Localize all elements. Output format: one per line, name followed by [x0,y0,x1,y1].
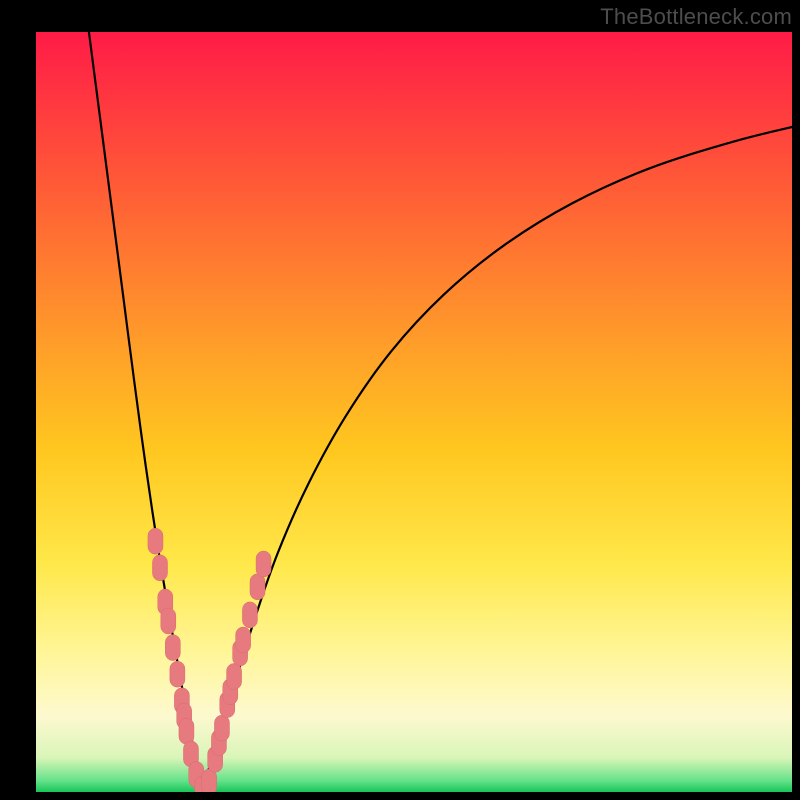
data-marker [165,635,180,661]
data-marker [152,555,167,581]
curve-left-branch [89,32,202,792]
data-marker [170,661,185,687]
data-marker [236,627,251,653]
marker-group [148,528,271,792]
data-marker [179,718,194,744]
chart-svg [36,32,792,792]
data-marker [250,574,265,600]
plot-area [36,32,792,792]
data-marker [242,602,257,628]
data-marker [214,715,229,741]
data-marker [227,663,242,689]
data-marker [202,769,217,792]
data-marker [148,528,163,554]
data-marker [161,608,176,634]
curve-right-branch [202,127,792,792]
outer-frame: TheBottleneck.com [0,0,800,800]
data-marker [256,551,271,577]
watermark-text: TheBottleneck.com [600,4,792,30]
